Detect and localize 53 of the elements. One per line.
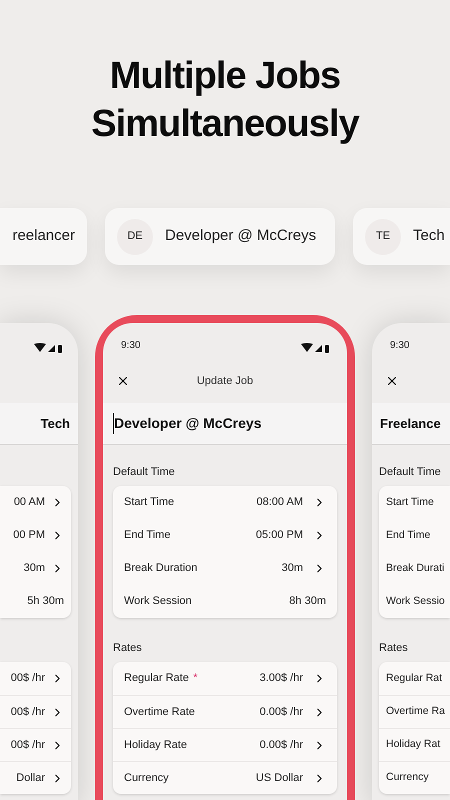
row-label: Currency: [124, 770, 170, 786]
job-name: reelancer: [12, 226, 75, 246]
headline: Multiple Jobs: [110, 54, 340, 99]
row-label: Holiday Rate: [124, 738, 188, 753]
row-label: Regular Rate: [124, 671, 190, 686]
close-button[interactable]: [116, 374, 130, 388]
job-name: Tech: [413, 226, 445, 246]
close-button[interactable]: [385, 374, 399, 388]
row-value: 00$ /hr: [10, 671, 45, 686]
row-value: 00 PM: [13, 528, 45, 544]
row-label: End Time: [386, 528, 430, 543]
row-label: Break Durati: [386, 560, 444, 576]
job-name: Developer @ McCreys: [165, 226, 316, 246]
row-value: 3.00$ /hr: [260, 671, 304, 686]
row-label: Start Time: [124, 495, 176, 510]
job-chip[interactable]: reelancer: [0, 208, 87, 265]
row-value: 30m: [282, 561, 303, 576]
status-time: 9:30: [121, 339, 140, 353]
row-value: 0.00$ /hr: [260, 738, 303, 753]
row-label: End Time: [124, 528, 172, 544]
row-label: Regular Rat: [386, 670, 442, 686]
row-value: 5h 30m: [27, 594, 64, 610]
row-value: 05:00 PM: [256, 528, 303, 544]
row-label: Break Duration: [124, 561, 198, 576]
row-value: Dollar: [16, 770, 45, 786]
row-value: 00 AM: [14, 495, 45, 510]
row-value: 00$ /hr: [10, 704, 45, 720]
row-value: 08:00 AM: [256, 495, 303, 510]
headline: Simultaneously: [91, 102, 359, 147]
job-chip[interactable]: TE Tech: [353, 208, 450, 265]
row-label: Work Session: [124, 594, 193, 610]
section-title: Default Time: [113, 464, 175, 480]
row-value: 0.00$ /hr: [260, 704, 303, 720]
row-value: 30m: [24, 561, 45, 576]
row-label: Start Time: [386, 494, 434, 510]
row-label: Work Sessio: [386, 594, 445, 609]
section-title: Default Time: [379, 464, 441, 480]
row-label: Overtime Rate: [124, 704, 196, 720]
job-name-field[interactable]: Tech: [40, 414, 70, 434]
row-value: 8h 30m: [289, 594, 326, 610]
initials-avatar: DE: [117, 218, 153, 254]
status-time: 9:30: [390, 339, 410, 353]
required-mark: *: [193, 671, 199, 686]
row-label: Holiday Rat: [386, 737, 440, 752]
screen-title: Update Job: [196, 374, 254, 389]
job-chip[interactable]: DE Developer @ McCreys: [105, 208, 335, 265]
section-title: Rates: [113, 640, 142, 656]
row-value: 00$ /hr: [10, 738, 45, 753]
initials-avatar: TE: [365, 218, 401, 254]
row-value: US Dollar: [256, 770, 303, 786]
section-title: Rates: [379, 640, 408, 656]
row-label: Overtime Ra: [386, 704, 445, 720]
row-label: Currency: [386, 770, 429, 786]
